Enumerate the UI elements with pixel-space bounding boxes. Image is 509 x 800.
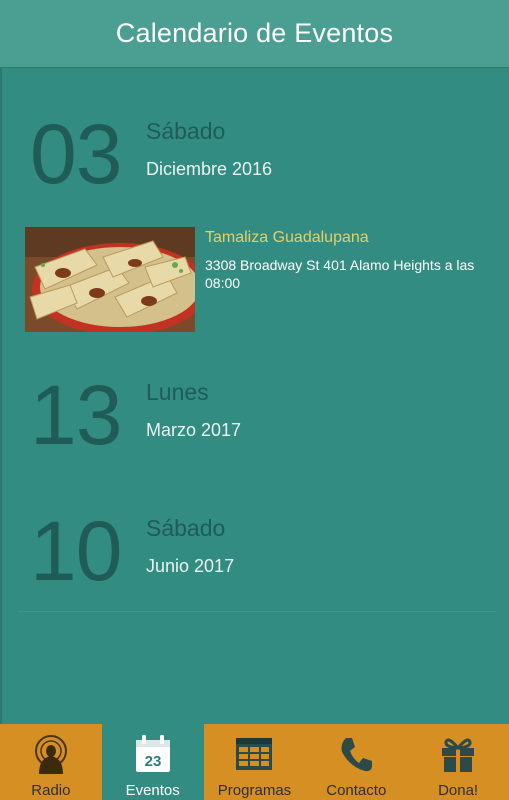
tab-label: Programas: [217, 782, 292, 799]
weekday-label: Sábado: [146, 118, 226, 144]
month-year-label: Marzo 2017: [146, 420, 242, 440]
date-header: 13 Lunes Marzo 2017: [0, 373, 509, 473]
tab-dona[interactable]: Dona!: [407, 724, 509, 800]
page-title: Calendario de Eventos: [115, 18, 394, 48]
tab-label: Eventos: [125, 782, 180, 799]
tab-label: Radio: [31, 782, 71, 799]
calendar-icon: 23: [132, 733, 174, 775]
event-item[interactable]: Tamaliza Guadalupana 3308 Broadway St 40…: [25, 227, 485, 333]
tab-contacto[interactable]: Contacto: [305, 724, 407, 800]
gift-icon: [437, 733, 479, 775]
day-number: 03: [30, 107, 122, 201]
weekday-label: Sábado: [146, 515, 226, 541]
radio-virgin-icon: [30, 733, 72, 775]
calendar-day-text: 23: [144, 753, 161, 770]
tab-programas[interactable]: Programas: [204, 724, 306, 800]
month-year-label: Diciembre 2016: [146, 159, 273, 179]
event-title[interactable]: Tamaliza Guadalupana: [205, 229, 369, 247]
event-detail: 3308 Broadway St 401 Alamo Heights a las…: [205, 257, 475, 291]
tab-label: Contacto: [326, 782, 387, 799]
list-divider: [18, 611, 496, 612]
tab-eventos[interactable]: 23 Eventos: [101, 724, 204, 800]
day-number: 13: [30, 368, 122, 462]
tab-radio[interactable]: Radio: [0, 724, 102, 800]
app-header: Calendario de Eventos: [0, 0, 509, 68]
event-image[interactable]: [25, 227, 195, 332]
day-number: 10: [30, 504, 122, 598]
weekday-label: Lunes: [146, 379, 209, 405]
month-year-label: Junio 2017: [146, 556, 235, 576]
tab-bar: Radio 23 Eventos Programas Contacto Dona…: [0, 724, 509, 800]
events-list[interactable]: 03 Sábado Diciembre 2016 Tamaliza Guadal…: [0, 68, 509, 724]
phone-icon: [335, 733, 377, 775]
date-header: 10 Sábado Junio 2017: [0, 509, 509, 609]
tab-label: Dona!: [438, 782, 479, 799]
tamales-photo-icon: [25, 227, 195, 332]
schedule-grid-icon: [233, 733, 275, 775]
date-header: 03 Sábado Diciembre 2016: [0, 112, 509, 212]
